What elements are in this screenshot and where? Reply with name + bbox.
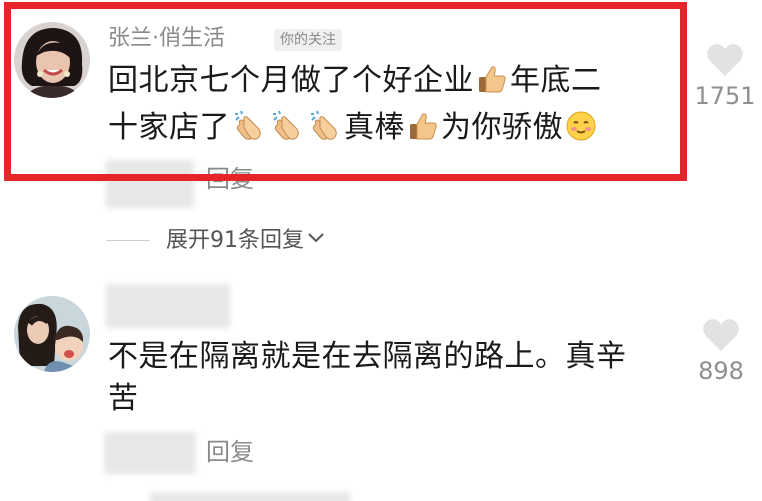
comment-text: 不是在隔离就是在去隔离的路上。真辛 苦 — [108, 336, 678, 420]
comment-text-line: 十家店了 真棒 为你骄傲 — [108, 107, 668, 154]
heart-icon — [707, 44, 743, 76]
like-count: 898 — [698, 357, 744, 385]
comment-text-line: 苦 — [108, 381, 139, 416]
comment-text-line: 不是在隔离就是在去隔离的路上。真辛 — [108, 339, 627, 374]
divider — [106, 240, 150, 241]
clap-icon — [232, 108, 266, 154]
blurred-username — [106, 160, 194, 208]
comment-text-segment: 真棒 — [344, 110, 405, 145]
like-button[interactable]: 1751 — [690, 42, 760, 110]
blurred-username — [104, 432, 196, 474]
comment-text-line: 回北京七个月做了个好企业 年底二 — [108, 60, 668, 107]
like-count: 1751 — [694, 82, 756, 110]
smile-icon — [565, 110, 597, 154]
comment-text: 回北京七个月做了个好企业 年底二 十家店了 真棒 为你骄傲 — [108, 60, 668, 154]
reply-button[interactable]: 回复 — [206, 438, 254, 466]
thumbs-up-icon — [407, 110, 439, 154]
comment-feed: 张兰·俏生活 你的关注 回北京七个月做了个好企业 年底二 十家店了 真棒 为你骄傲 1… — [0, 0, 762, 501]
expand-replies-label: 展开91条回复 — [166, 228, 304, 253]
chevron-down-icon — [308, 233, 324, 243]
clap-icon — [308, 108, 342, 154]
thumbs-up-icon — [476, 63, 508, 107]
reply-button[interactable]: 回复 — [206, 165, 254, 193]
comment-text-segment: 年底二 — [510, 63, 602, 98]
avatar[interactable] — [14, 22, 90, 98]
clap-icon — [270, 108, 304, 154]
blurred-content — [150, 492, 350, 501]
comment-text-segment: 十家店了 — [108, 110, 230, 145]
comment-text-segment: 为你骄傲 — [441, 110, 563, 145]
avatar[interactable] — [14, 296, 90, 372]
blurred-username — [106, 284, 230, 328]
username[interactable]: 张兰·俏生活 — [108, 26, 225, 52]
comment-text-segment: 回北京七个月做了个好企业 — [108, 63, 474, 98]
heart-icon — [703, 319, 739, 351]
follow-tag: 你的关注 — [274, 29, 342, 51]
like-button[interactable]: 898 — [686, 317, 756, 385]
expand-replies-button[interactable]: 展开91条回复 — [166, 228, 326, 254]
